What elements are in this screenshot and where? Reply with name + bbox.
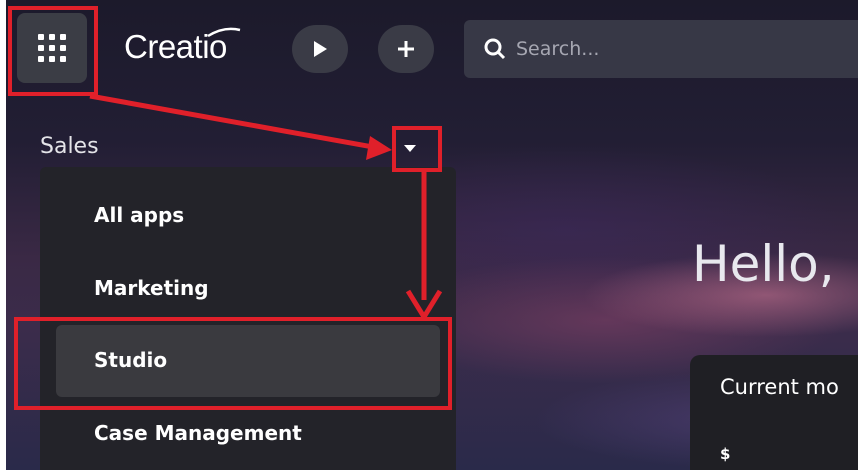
add-button[interactable] (378, 25, 434, 73)
current-month-card: Current mo $ (690, 355, 858, 470)
run-button[interactable] (292, 25, 348, 73)
search-input[interactable]: Search... (464, 20, 858, 78)
card-value: $ (720, 445, 731, 463)
plus-icon (398, 41, 414, 57)
play-icon (314, 41, 327, 57)
annotation-box-studio (14, 317, 452, 410)
search-icon (484, 38, 506, 60)
search-placeholder: Search... (516, 38, 600, 60)
annotation-box-apps (8, 6, 98, 96)
app-switcher-current[interactable]: Sales (40, 134, 99, 159)
annotation-box-dropdown (392, 126, 442, 172)
card-title: Current mo (720, 375, 839, 399)
logo-swoosh-icon (207, 27, 241, 38)
menu-item-marketing[interactable]: Marketing (94, 276, 209, 300)
greeting: Hello, (692, 235, 835, 293)
menu-item-case-management[interactable]: Case Management (94, 421, 302, 445)
menu-item-all-apps[interactable]: All apps (94, 203, 184, 227)
